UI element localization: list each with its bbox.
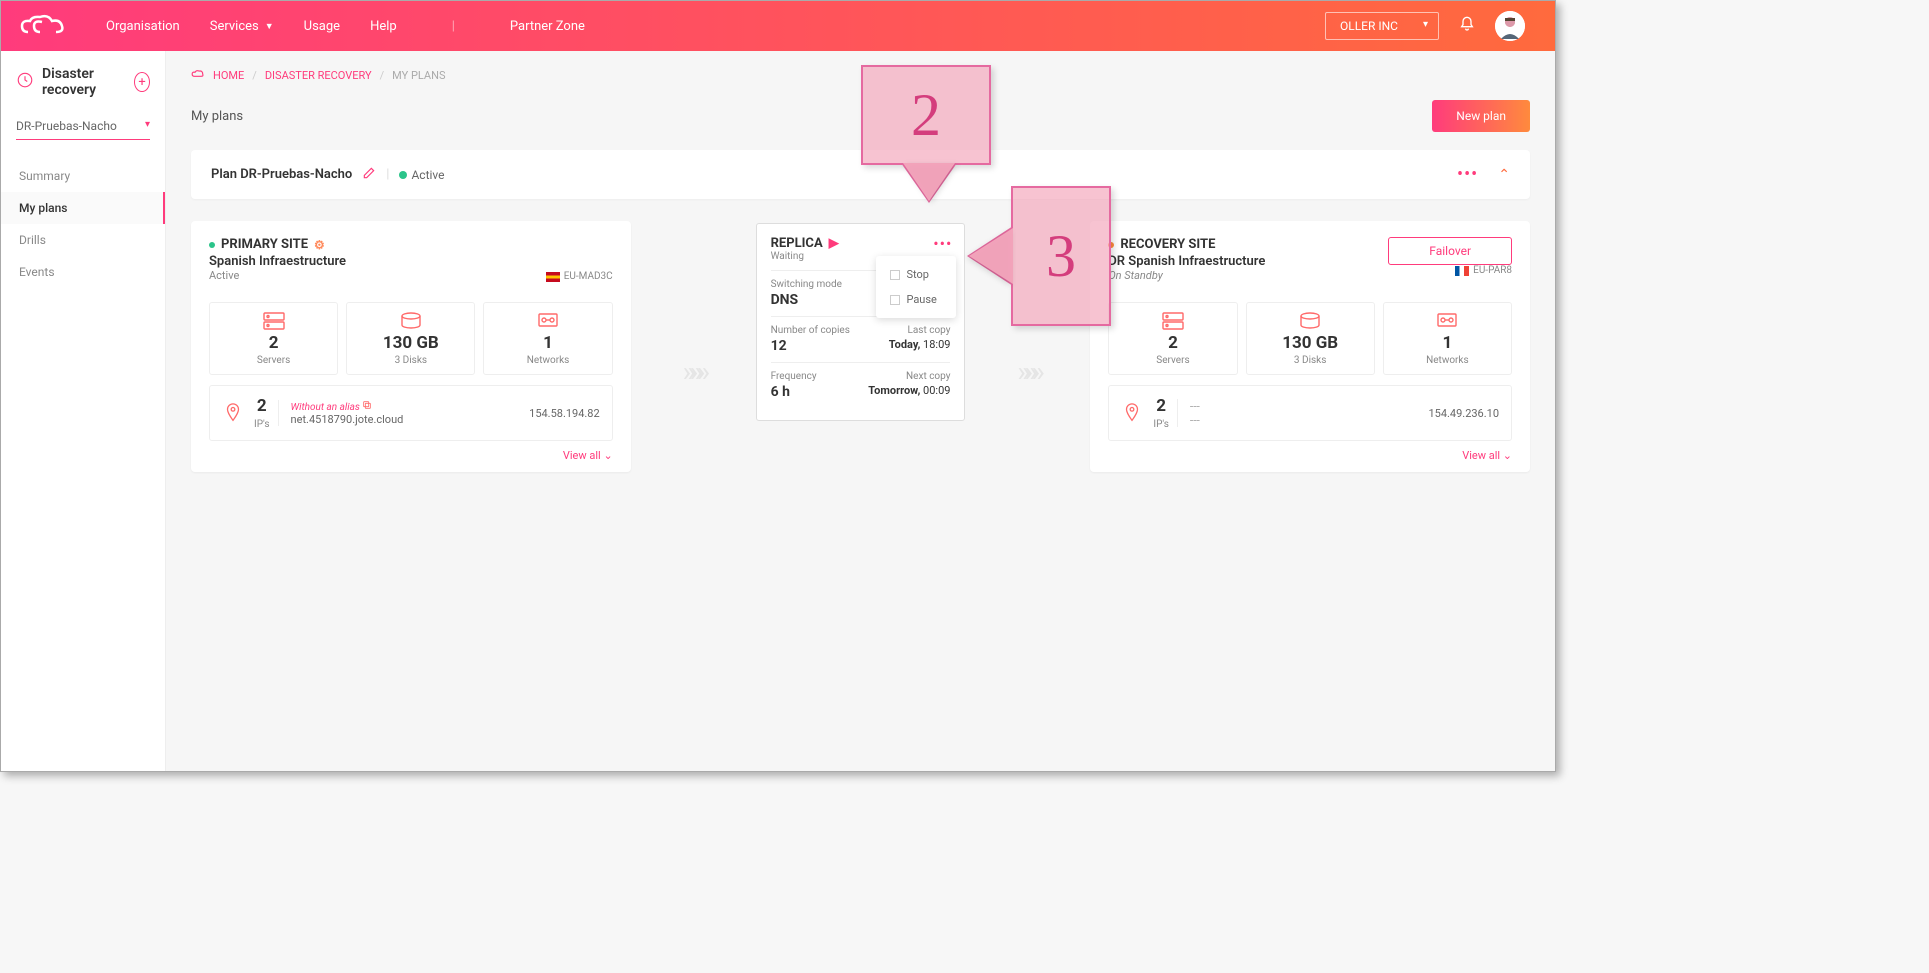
annotation-callout-3: 3: [1011, 186, 1111, 326]
plan-name: Plan DR-Pruebas-Nacho: [211, 167, 352, 182]
primary-ip-row: 2IP's Without an alias net.4518790.jote.…: [209, 385, 613, 441]
sidebar-item-summary[interactable]: Summary: [1, 160, 165, 192]
status-dot: [399, 171, 407, 179]
sidebar-menu: Summary My plans Drills Events: [1, 160, 165, 288]
collapse-icon[interactable]: ⌃: [1498, 167, 1510, 183]
replica-more-icon[interactable]: •••: [933, 234, 952, 253]
recovery-networks-metric: 1Networks: [1383, 302, 1512, 375]
primary-disks-metric: 130 GB3 Disks: [346, 302, 475, 375]
primary-site-label: PRIMARY SITE: [221, 237, 308, 252]
recovery-servers-metric: 2Servers: [1108, 302, 1237, 375]
recovery-subtitle: DR Spanish Infraestructure: [1108, 254, 1265, 269]
sidebar-item-events[interactable]: Events: [1, 256, 165, 288]
breadcrumb-home[interactable]: HOME: [213, 69, 244, 82]
primary-subtitle: Spanish Infraestructure: [209, 254, 346, 269]
replica-card: ••• REPLICA▶ Waiting Stop Pause Switchin…: [756, 223, 966, 421]
cloud-icon: [191, 69, 205, 82]
sidebar-item-drills[interactable]: Drills: [1, 224, 165, 256]
breadcrumb-dr[interactable]: DISASTER RECOVERY: [265, 69, 372, 82]
play-icon[interactable]: ▶: [829, 236, 839, 251]
nav-separator: |: [452, 19, 455, 34]
nav-organisation[interactable]: Organisation: [106, 19, 180, 34]
recovery-region: EU-PAR8: [1331, 265, 1512, 276]
breadcrumb-current: MY PLANS: [392, 69, 445, 82]
replica-menu-pause[interactable]: Pause: [876, 287, 956, 312]
disk-icon: [1298, 311, 1322, 331]
top-nav: Organisation Services▼ Usage Help | Part…: [106, 19, 585, 34]
sidebar: Disaster recovery + DR-Pruebas-Nacho Sum…: [1, 51, 166, 771]
copy-icon[interactable]: [362, 402, 372, 413]
checkbox-icon: [890, 270, 900, 280]
sidebar-item-my-plans[interactable]: My plans: [1, 192, 165, 224]
avatar[interactable]: [1495, 11, 1525, 41]
nav-usage[interactable]: Usage: [304, 19, 340, 34]
recovery-disks-metric: 130 GB3 Disks: [1246, 302, 1375, 375]
nav-partner-zone[interactable]: Partner Zone: [510, 19, 585, 34]
sidebar-title: Disaster recovery: [42, 66, 126, 98]
server-icon: [1161, 311, 1185, 331]
recovery-ip-row: 2IP's --- --- 154.49.236.10: [1108, 385, 1512, 441]
flag-fr-icon: [1455, 266, 1469, 276]
replica-title: REPLICA: [771, 236, 823, 251]
primary-region: EU-MAD3C: [546, 271, 613, 282]
annotation-callout-2: 2: [861, 65, 991, 165]
bell-icon[interactable]: [1459, 16, 1475, 36]
account-select[interactable]: OLLER INC: [1325, 12, 1439, 40]
nav-help[interactable]: Help: [370, 19, 397, 34]
network-icon: [536, 311, 560, 331]
gear-icon[interactable]: ⚙: [314, 238, 325, 252]
arrows-icon: »»»: [631, 305, 756, 388]
nav-services[interactable]: Services▼: [210, 19, 274, 34]
pin-icon: [222, 402, 244, 424]
primary-servers-metric: 2Servers: [209, 302, 338, 375]
add-plan-button[interactable]: +: [134, 72, 150, 92]
plan-more-icon[interactable]: •••: [1457, 164, 1478, 185]
recovery-site-card: RECOVERY SITE DR Spanish Infraestructure…: [1090, 221, 1530, 472]
pin-icon: [1121, 402, 1143, 424]
page-title: My plans: [191, 109, 243, 124]
disk-icon: [399, 311, 423, 331]
primary-view-all[interactable]: View all ⌄: [209, 449, 613, 462]
recovery-view-all[interactable]: View all ⌄: [1108, 449, 1512, 462]
recovery-ip-addr: 154.49.236.10: [1428, 407, 1499, 420]
replica-context-menu: Stop Pause: [876, 256, 956, 318]
recovery-state: On Standby: [1108, 269, 1265, 282]
primary-ip-addr: 154.58.194.82: [529, 407, 600, 420]
new-plan-button[interactable]: New plan: [1432, 100, 1530, 132]
primary-site-card: PRIMARY SITE ⚙ Spanish Infraestructure A…: [191, 221, 631, 472]
chevron-down-icon: ▼: [265, 21, 274, 32]
primary-state: Active: [209, 269, 346, 282]
plan-status: Active: [411, 168, 444, 182]
recovery-site-label: RECOVERY SITE: [1120, 237, 1215, 252]
logo-icon: [16, 12, 76, 40]
plan-select[interactable]: DR-Pruebas-Nacho: [16, 113, 150, 140]
network-icon: [1435, 311, 1459, 331]
failover-button[interactable]: Failover: [1388, 237, 1512, 265]
server-icon: [262, 311, 286, 331]
checkbox-icon: [890, 295, 900, 305]
dr-icon: [16, 71, 34, 93]
primary-networks-metric: 1Networks: [483, 302, 612, 375]
edit-icon[interactable]: [362, 166, 376, 184]
replica-menu-stop[interactable]: Stop: [876, 262, 956, 287]
topbar: Organisation Services▼ Usage Help | Part…: [1, 1, 1555, 51]
flag-es-icon: [546, 272, 560, 282]
